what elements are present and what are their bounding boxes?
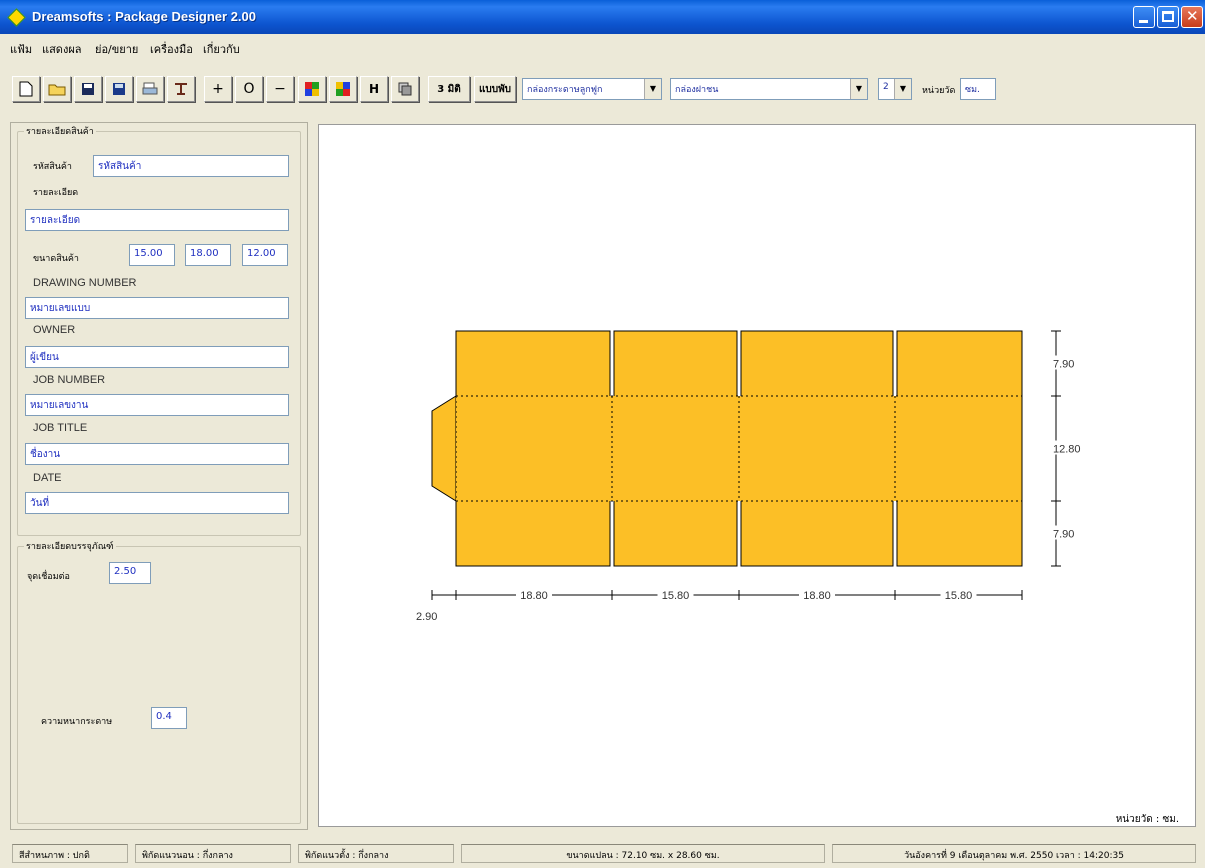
owner-field[interactable]: ผู้เขียน: [25, 346, 289, 368]
package-group-title: รายละเอียดบรรจุภัณฑ์: [24, 539, 116, 553]
dim-label-glue-tab: 2.90: [416, 611, 437, 623]
bottom-flap: [740, 499, 894, 567]
detail-label: รายละเอียด: [33, 188, 79, 198]
box-dieline: [431, 330, 1023, 567]
thickness-label: ความหนากระดาษ: [41, 717, 113, 727]
properties-panel: รายละเอียดสินค้า รหัสสินค้า รหัสสินค้า ร…: [10, 122, 308, 830]
product-code-field[interactable]: รหัสสินค้า: [93, 155, 289, 177]
title-bar: Dreamsofts : Package Designer 2.00 ✕: [0, 0, 1205, 34]
count-select[interactable]: 2 ▼: [878, 78, 912, 100]
new-file-icon[interactable]: [12, 76, 40, 102]
window-title: Dreamsofts : Package Designer 2.00: [32, 9, 256, 24]
unit-label: หน่วยวัด: [922, 86, 956, 96]
dieline-drawing: 18.80 15.80 18.80 15.80 2.90 7.90 12.80 7.90 หน…: [416, 330, 1179, 825]
status-bar: สีสำหนภาพ : ปกติ พิกัดแนวนอน : กึ่งกลาง …: [0, 838, 1205, 868]
owner-label: OWNER: [33, 324, 76, 336]
dim-label-horizontal: 18.80: [520, 590, 548, 602]
size-label: ขนาดสินค้า: [33, 254, 79, 264]
drawing-number-field[interactable]: หมายเลขแบบ: [25, 297, 289, 319]
maximize-button[interactable]: [1157, 6, 1179, 28]
bottom-flap: [455, 499, 611, 567]
count-value: 2: [883, 82, 889, 92]
status-mode: สีสำหนภาพ : ปกติ: [12, 844, 128, 863]
size-width-field[interactable]: 15.00: [129, 244, 175, 266]
dim-label-horizontal: 15.80: [945, 590, 973, 602]
bottom-flap: [896, 499, 1023, 567]
status-y-coord: พิกัดแนวตั้ง : กึ่งกลาง: [298, 844, 454, 863]
line-color-icon[interactable]: [329, 76, 357, 102]
status-sheet-size: ขนาดแปลน : 72.10 ซม. x 28.60 ซม.: [461, 844, 825, 863]
job-number-label: JOB NUMBER: [33, 374, 106, 386]
minimize-button[interactable]: [1133, 6, 1155, 28]
zoom-fit-button[interactable]: O: [235, 76, 263, 102]
job-title-field[interactable]: ชื่องาน: [25, 443, 289, 465]
export-icon[interactable]: [167, 76, 195, 102]
menu-file[interactable]: แฟ้ม: [10, 40, 32, 58]
joint-field[interactable]: 2.50: [109, 562, 151, 584]
dim-label-horizontal: 15.80: [662, 590, 690, 602]
menu-bar: แฟ้ม แสดงผล ย่อ/ขยาย เครื่องมือ เกี่ยวกั…: [0, 34, 1205, 58]
dim-label-vertical: 12.80: [1053, 444, 1081, 456]
package-details-group: รายละเอียดบรรจุภัณฑ์: [17, 539, 301, 824]
save-icon[interactable]: [74, 76, 102, 102]
chevron-down-icon[interactable]: ▼: [644, 79, 661, 99]
drawing-canvas[interactable]: 18.80 15.80 18.80 15.80 2.90 7.90 12.80 7.90 หน…: [318, 124, 1196, 827]
unit-input[interactable]: ซม.: [960, 78, 996, 100]
bottom-flap: [613, 499, 738, 567]
job-number-field[interactable]: หมายเลขงาน: [25, 394, 289, 416]
top-flap: [740, 330, 894, 398]
status-x-coord: พิกัดแนวนอน : กึ่งกลาง: [135, 844, 291, 863]
box-type-select[interactable]: กล่องกระดาษลูกฟูก ▼: [522, 78, 662, 100]
status-datetime: วันอังคารที่ 9 เดือนตุลาคม พ.ศ. 2550 เวล…: [832, 844, 1196, 863]
top-flap: [613, 330, 738, 398]
product-code-label: รหัสสินค้า: [33, 162, 72, 172]
horizontal-button[interactable]: H: [360, 76, 388, 102]
box-style-select[interactable]: กล่องฝาชน ▼: [670, 78, 868, 100]
unit-note: หน่วยวัด : ซม.: [1116, 814, 1179, 825]
dim-label-vertical: 7.90: [1053, 529, 1074, 541]
menu-view[interactable]: แสดงผล: [42, 40, 82, 58]
zoom-in-button[interactable]: +: [204, 76, 232, 102]
dim-label-horizontal: 18.80: [803, 590, 831, 602]
open-folder-icon[interactable]: [43, 76, 71, 102]
3d-view-button[interactable]: 3 มิติ: [428, 76, 470, 102]
fold-view-button[interactable]: แบบพับ: [474, 76, 516, 102]
fill-color-icon[interactable]: [298, 76, 326, 102]
dim-label-vertical: 7.90: [1053, 359, 1074, 371]
top-flap: [896, 330, 1023, 398]
chevron-down-icon[interactable]: ▼: [894, 79, 911, 99]
glue-tab: [431, 395, 457, 502]
box-type-value: กล่องกระดาษลูกฟูก: [527, 85, 603, 95]
save-as-icon[interactable]: [105, 76, 133, 102]
toolbar: + O − H 3 มิติ แบบพับ กล่องกระดาษลูกฟูก ▼…: [0, 58, 1205, 120]
thickness-field[interactable]: 0.4: [151, 707, 187, 729]
date-field[interactable]: วันที่: [25, 492, 289, 514]
app-icon: [7, 8, 26, 27]
size-length-field[interactable]: 18.00: [185, 244, 231, 266]
close-button[interactable]: ✕: [1181, 6, 1203, 28]
top-flap: [455, 330, 611, 398]
drawing-number-label: DRAWING NUMBER: [33, 277, 137, 289]
menu-tools[interactable]: เครื่องมือ: [150, 40, 193, 58]
size-height-field[interactable]: 12.00: [242, 244, 288, 266]
chevron-down-icon[interactable]: ▼: [850, 79, 867, 99]
product-group-title: รายละเอียดสินค้า: [24, 124, 96, 138]
detail-field[interactable]: รายละเอียด: [25, 209, 289, 231]
joint-label: จุดเชื่อมต่อ: [27, 572, 70, 582]
layers-icon[interactable]: [391, 76, 419, 102]
box-style-value: กล่องฝาชน: [675, 85, 719, 95]
zoom-out-button[interactable]: −: [266, 76, 294, 102]
menu-zoom[interactable]: ย่อ/ขยาย: [95, 40, 138, 58]
date-label: DATE: [33, 472, 62, 484]
job-title-label: JOB TITLE: [33, 422, 88, 434]
print-icon[interactable]: [136, 76, 164, 102]
menu-about[interactable]: เกี่ยวกับ: [203, 40, 240, 58]
